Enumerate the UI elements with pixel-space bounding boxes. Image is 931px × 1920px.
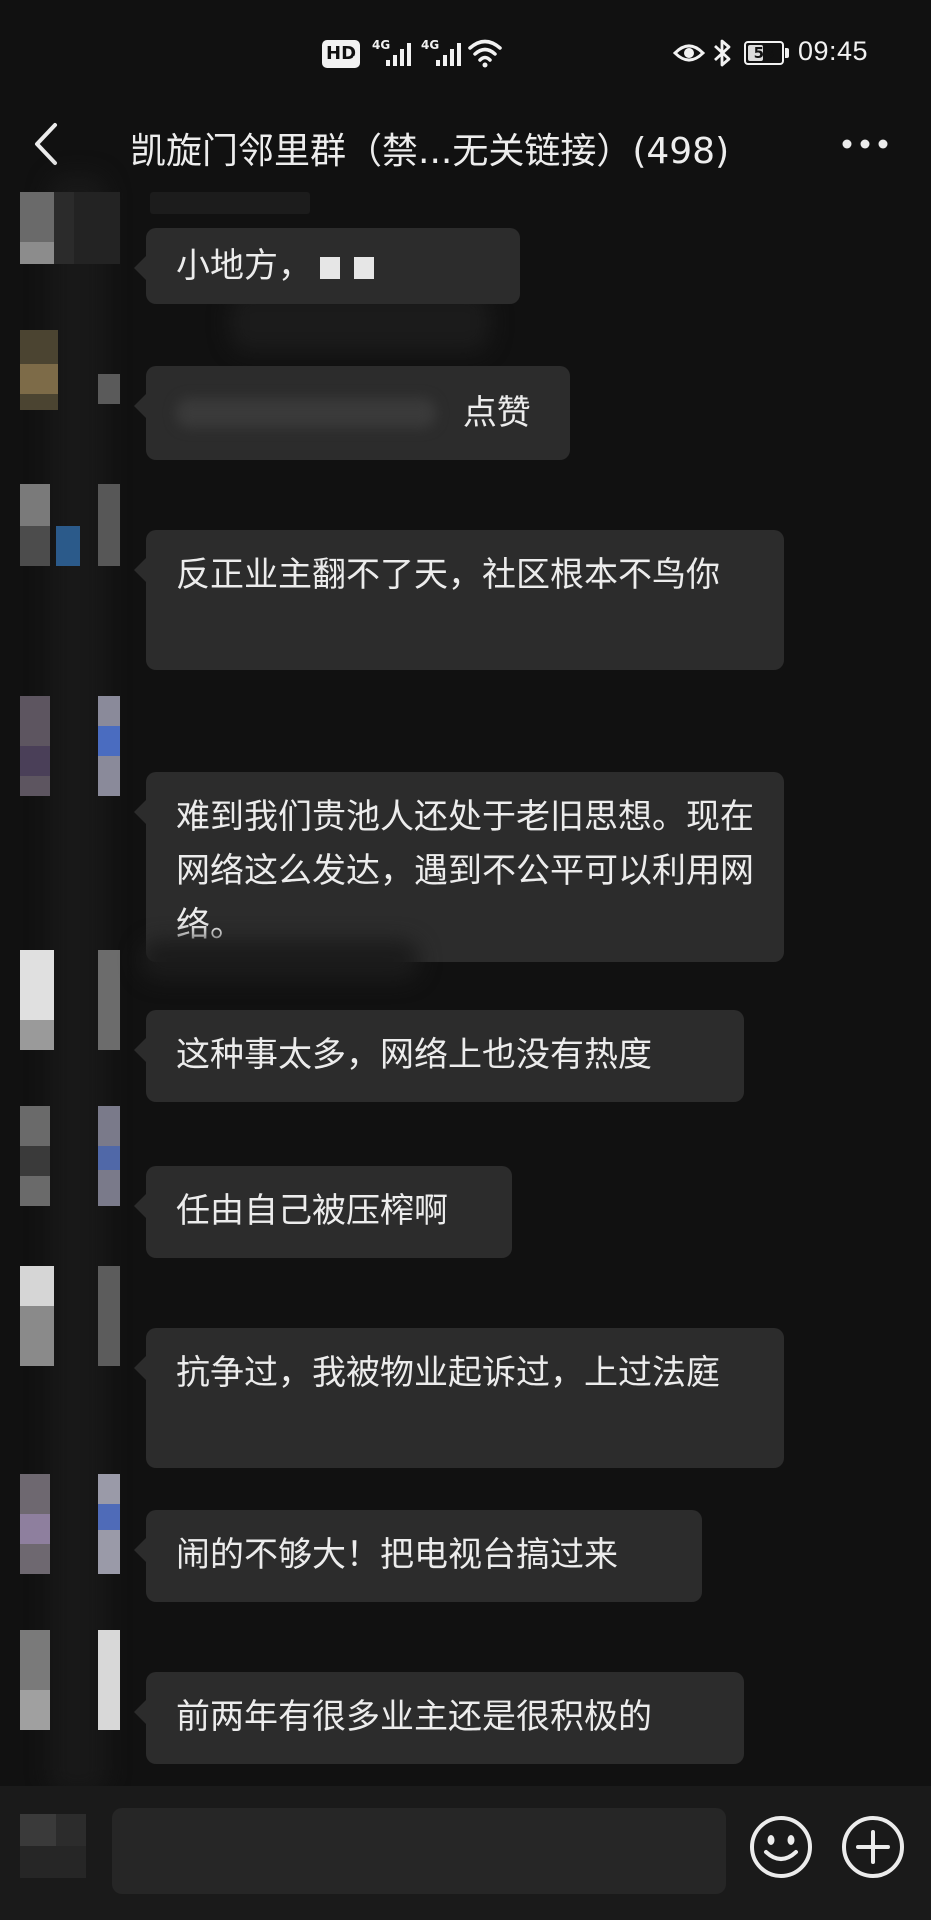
message-bubble[interactable]: 反正业主翻不了天，社区根本不鸟你 [134,530,784,670]
message-bubble[interactable]: 任由自己被压榨啊 [134,1166,512,1258]
avatar[interactable] [20,1266,120,1366]
avatar[interactable] [20,192,120,292]
message-input[interactable] [112,1808,726,1894]
chat-title: 凯旋门邻里群（禁...无关链接）(498) [130,131,730,172]
redacted-icon [20,1814,56,1846]
message-text: 点赞 [462,392,531,433]
message-text: 抗争过，我被物业起诉过，上过法庭 [176,1353,720,1393]
message-bubble[interactable]: 点赞 [134,366,570,460]
avatar[interactable] [20,330,120,430]
plus-circle-icon [842,1816,904,1878]
redacted-icon [56,1814,86,1846]
battery-tip [785,48,789,58]
avatar[interactable] [20,1106,120,1206]
message-text: 小地方， [176,246,312,286]
chevron-left-icon [35,123,57,165]
bluetooth-icon [714,39,731,67]
voice-toggle-button[interactable] [20,1808,96,1884]
status-bar: HD 2 4G 4G 53 09:45 [0,0,931,104]
message-text: 前两年有很多业主还是很积极的 [176,1697,652,1737]
hd-sim-number: 2 [352,54,361,68]
avatar[interactable] [20,1474,120,1574]
redaction-smear [140,940,420,980]
chat-header: 凯旋门邻里群（禁...无关链接）(498) [0,104,931,184]
message-list[interactable]: 小地方， 点赞 反正业主翻不了天，社区根本不鸟你 难到我们贵池人还处于老旧思想。… [0,174,931,1794]
redacted-block [320,256,340,279]
message-bubble[interactable]: 小地方， [134,228,520,304]
avatar[interactable] [20,950,120,1050]
add-button[interactable] [840,1814,906,1880]
battery-icon: 53 [744,41,784,65]
message-text: 这种事太多，网络上也没有热度 [176,1035,652,1075]
message-text: 反正业主翻不了天，社区根本不鸟你 [176,555,720,595]
message-bubble[interactable]: 前两年有很多业主还是很积极的 [134,1672,744,1764]
redacted-icon [20,1846,86,1878]
eye-comfort-icon [673,44,705,62]
message-bubble[interactable]: 这种事太多，网络上也没有热度 [134,1010,744,1102]
signal-1-icon [386,43,411,66]
chat-screen: HD 2 4G 4G 53 09:45 凯旋门邻里群（禁...无关链接）(498… [0,0,931,1920]
message-bubble[interactable]: 难到我们贵池人还处于老旧思想。现在网络这么发达，遇到不公平可以利用网络。 [134,772,784,962]
back-button[interactable] [22,116,70,172]
avatar[interactable] [20,484,120,584]
signal-2-icon [436,43,461,66]
clock: 09:45 [798,36,869,66]
battery-level: 53 [753,44,775,62]
wifi-icon [468,39,502,68]
redacted-text [176,397,436,428]
emoji-button[interactable] [748,1814,814,1880]
sender-name [150,192,310,214]
message-text: 任由自己被压榨啊 [176,1191,448,1231]
avatar[interactable] [20,1630,120,1730]
more-button[interactable] [838,122,892,166]
smiley-icon [750,1816,812,1878]
message-text: 难到我们贵池人还处于老旧思想。现在网络这么发达，遇到不公平可以利用网络。 [176,797,754,945]
input-bar [0,1786,931,1920]
avatar[interactable] [20,696,120,796]
message-bubble[interactable]: 抗争过，我被物业起诉过，上过法庭 [134,1328,784,1468]
redacted-block [354,256,374,279]
more-dots-icon [842,139,888,149]
message-bubble[interactable]: 闹的不够大！把电视台搞过来 [134,1510,702,1602]
message-text: 闹的不够大！把电视台搞过来 [176,1535,618,1575]
